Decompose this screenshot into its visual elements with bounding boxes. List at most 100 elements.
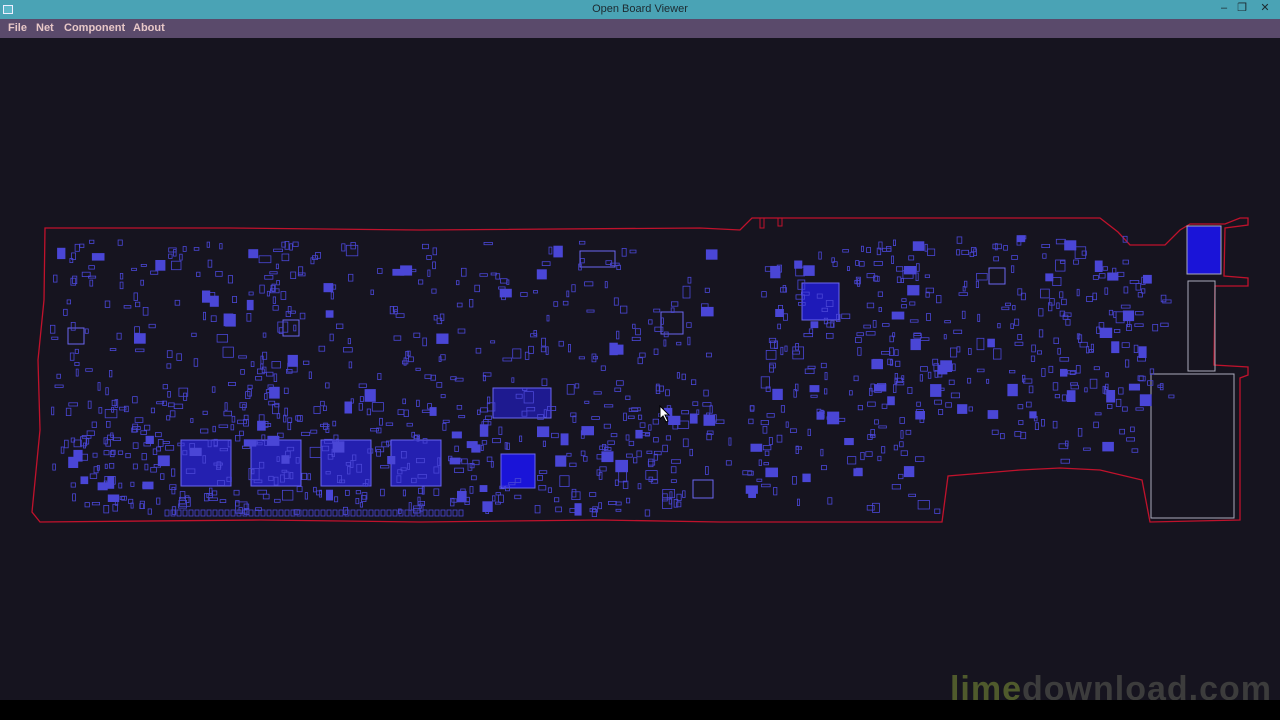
pcb-component[interactable]	[109, 462, 115, 469]
pcb-component[interactable]	[784, 345, 788, 352]
pcb-component[interactable]	[901, 304, 907, 309]
pcb-component[interactable]	[86, 430, 95, 436]
pcb-component[interactable]	[135, 348, 145, 353]
pcb-component[interactable]	[608, 500, 617, 505]
pcb-component[interactable]	[442, 422, 447, 431]
pcb-component[interactable]	[616, 330, 620, 340]
pcb-component[interactable]	[1056, 302, 1060, 309]
pcb-component[interactable]	[626, 497, 631, 504]
pcb-component[interactable]	[89, 473, 98, 479]
pcb-component[interactable]	[479, 424, 489, 437]
pcb-component[interactable]	[538, 485, 547, 491]
pcb-component[interactable]	[191, 332, 197, 337]
pcb-component[interactable]	[627, 415, 635, 419]
pcb-component[interactable]	[239, 430, 244, 437]
pcb-component[interactable]	[1083, 447, 1091, 451]
pcb-pin[interactable]	[272, 509, 278, 517]
pcb-pin[interactable]	[344, 509, 350, 517]
pcb-component[interactable]	[1001, 306, 1010, 311]
pcb-component[interactable]	[537, 474, 543, 481]
pcb-component[interactable]	[541, 378, 548, 386]
pcb-component[interactable]	[72, 493, 76, 502]
pcb-component[interactable]	[449, 457, 461, 465]
pcb-component[interactable]	[454, 467, 465, 474]
pcb-component[interactable]	[1131, 448, 1139, 453]
pcb-component[interactable]	[687, 276, 692, 284]
pcb-component[interactable]	[820, 362, 827, 369]
pcb-component[interactable]	[1130, 426, 1135, 433]
pcb-component[interactable]	[107, 494, 120, 502]
pcb-component[interactable]	[1052, 382, 1059, 391]
pcb-component[interactable]	[1102, 266, 1108, 271]
pcb-component[interactable]	[431, 288, 437, 294]
pcb-component[interactable]	[133, 333, 146, 344]
pcb-component[interactable]	[614, 387, 622, 392]
pcb-component[interactable]	[621, 247, 627, 257]
pcb-component[interactable]	[358, 402, 363, 411]
pcb-component[interactable]	[591, 416, 600, 420]
pcb-component[interactable]	[861, 245, 864, 252]
pcb-component[interactable]	[442, 419, 450, 424]
pcb-component[interactable]	[1048, 365, 1054, 373]
pcb-component[interactable]	[436, 382, 443, 388]
pcb-component[interactable]	[1048, 302, 1053, 312]
pcb-component[interactable]	[654, 326, 664, 332]
pcb-component[interactable]	[342, 347, 353, 353]
pcb-component[interactable]	[912, 241, 925, 251]
pcb-component[interactable]	[807, 428, 811, 437]
pcb-component[interactable]	[1099, 327, 1113, 339]
pcb-component[interactable]	[202, 311, 206, 321]
pcb-component[interactable]	[991, 429, 999, 435]
pcb-component[interactable]	[1084, 387, 1088, 393]
pcb-component[interactable]	[780, 346, 784, 356]
pcb-component[interactable]	[919, 374, 924, 382]
minimize-button[interactable]: –	[1215, 0, 1233, 19]
pcb-component[interactable]	[761, 291, 767, 298]
pcb-component[interactable]	[91, 253, 105, 261]
pcb-component[interactable]	[1123, 286, 1129, 294]
pcb-pin[interactable]	[200, 509, 206, 517]
pcb-component[interactable]	[976, 337, 985, 351]
pcb-component[interactable]	[615, 508, 622, 512]
pcb-component[interactable]	[119, 272, 124, 280]
pcb-component[interactable]	[692, 401, 699, 406]
pcb-component[interactable]	[223, 313, 234, 327]
pcb-component[interactable]	[376, 449, 382, 457]
pcb-component[interactable]	[417, 279, 424, 285]
pcb-component[interactable]	[1129, 279, 1140, 284]
pcb-component[interactable]	[655, 383, 660, 392]
pcb-component[interactable]	[803, 265, 815, 276]
pcb-component[interactable]	[810, 394, 818, 398]
pcb-component[interactable]	[1011, 255, 1018, 260]
pcb-component[interactable]	[212, 425, 216, 433]
pcb-component[interactable]	[533, 329, 537, 336]
pcb-component[interactable]	[1104, 287, 1109, 295]
pcb-component[interactable]	[481, 440, 488, 445]
pcb-component[interactable]	[647, 460, 656, 466]
pcb-component[interactable]	[1076, 288, 1080, 297]
pcb-component[interactable]	[68, 402, 79, 407]
pcb-component[interactable]	[1093, 421, 1099, 429]
pcb-component[interactable]	[1121, 342, 1130, 348]
pcb-component[interactable]	[166, 350, 173, 359]
pcb-component[interactable]	[301, 472, 307, 480]
pcb-component[interactable]	[1041, 418, 1045, 427]
pcb-component[interactable]	[1086, 346, 1090, 354]
pcb-component[interactable]	[224, 402, 228, 411]
pcb-component[interactable]	[432, 247, 437, 256]
pcb-component[interactable]	[269, 271, 278, 275]
pcb-component[interactable]	[344, 489, 350, 496]
pcb-component[interactable]	[607, 440, 615, 445]
pcb-component[interactable]	[72, 275, 78, 285]
pcb-pin[interactable]	[446, 509, 452, 517]
pcb-component[interactable]	[1045, 273, 1054, 282]
pcb-pin[interactable]	[338, 509, 344, 517]
pcb-component[interactable]	[63, 308, 68, 316]
pcb-component[interactable]	[456, 404, 463, 410]
pcb-component[interactable]	[170, 468, 176, 477]
pcb-component[interactable]	[820, 448, 824, 457]
pcb-component[interactable]	[934, 508, 941, 514]
pcb-component[interactable]	[401, 360, 409, 365]
pcb-component[interactable]	[975, 280, 979, 289]
pcb-component[interactable]	[681, 410, 690, 415]
